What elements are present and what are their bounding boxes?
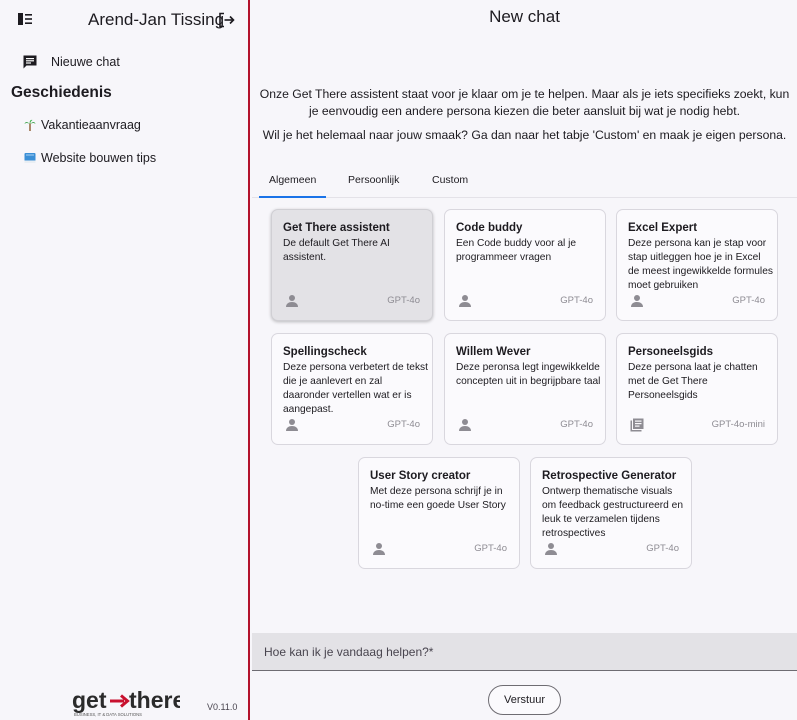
intro-text-custom: Wil je het helemaal naar jouw smaak? Ga … bbox=[262, 128, 787, 142]
persona-description: De default Get There AI assistent. bbox=[283, 238, 390, 263]
chat-input-bar bbox=[252, 633, 797, 671]
persona-description: Deze peronsa legt ingewikkelde concepten… bbox=[456, 362, 601, 387]
tab-algemeen[interactable]: Algemeen bbox=[258, 174, 327, 198]
person-icon bbox=[630, 294, 644, 308]
new-chat-label: Nieuwe chat bbox=[51, 55, 120, 69]
sidebar-header: Arend-Jan Tissing bbox=[0, 0, 248, 40]
persona-card-personeelsgids[interactable]: Personeelsgids Deze persona laat je chat… bbox=[616, 333, 778, 445]
persona-description: Een Code buddy voor al je programmeer vr… bbox=[456, 238, 577, 263]
main-panel: New chat Onze Get There assistent staat … bbox=[252, 0, 797, 720]
person-icon bbox=[544, 542, 558, 556]
palm-tree-icon bbox=[24, 119, 36, 131]
svg-text:there: there bbox=[129, 688, 180, 713]
page-title: New chat bbox=[489, 7, 560, 26]
persona-title: Willem Wever bbox=[456, 346, 531, 358]
persona-model: GPT-4o bbox=[474, 543, 507, 554]
person-icon bbox=[458, 418, 472, 432]
persona-title: Retrospective Generator bbox=[542, 470, 677, 482]
persona-description: Deze persona kan je stap voor stap uitle… bbox=[628, 238, 773, 291]
persona-model: GPT-4o bbox=[387, 295, 420, 306]
sidebar-toggle-icon[interactable] bbox=[18, 13, 32, 25]
persona-card-user-story-creator[interactable]: User Story creator Met deze persona schr… bbox=[358, 457, 520, 569]
history-item-label: Website bouwen tips bbox=[41, 151, 157, 165]
tab-persoonlijk[interactable]: Persoonlijk bbox=[348, 174, 399, 186]
history-item-label: Vakantieaanvraag bbox=[41, 118, 141, 132]
history-item-website-bouwen-tips[interactable]: Website bouwen tips bbox=[24, 149, 156, 167]
persona-card-excel-expert[interactable]: Excel Expert Deze persona kan je stap vo… bbox=[616, 209, 778, 321]
get-there-logo: get there BUSINESS, IT & DATA SOLUTIONS bbox=[72, 687, 185, 718]
svg-text:get: get bbox=[72, 688, 107, 713]
persona-card-get-there-assistent[interactable]: Get There assistent De default Get There… bbox=[271, 209, 433, 321]
persona-model: GPT-4o-mini bbox=[711, 419, 765, 430]
persona-card-willem-wever[interactable]: Willem Wever Deze peronsa legt ingewikke… bbox=[444, 333, 606, 445]
persona-card-code-buddy[interactable]: Code buddy Een Code buddy voor al je pro… bbox=[444, 209, 606, 321]
persona-description: Met deze persona schrijf je in no-time e… bbox=[370, 486, 506, 511]
chat-input[interactable] bbox=[252, 633, 797, 671]
send-button[interactable]: Verstuur bbox=[488, 685, 561, 715]
intro-text: Onze Get There assistent staat voor je k… bbox=[259, 87, 790, 118]
new-chat-button[interactable]: Nieuwe chat bbox=[22, 52, 120, 72]
chat-icon bbox=[22, 54, 38, 70]
persona-description: Ontwerp thematische visuals om feedback … bbox=[542, 486, 684, 539]
persona-model: GPT-4o bbox=[646, 543, 679, 554]
sidebar: Arend-Jan Tissing Nieuwe chat Geschieden… bbox=[0, 0, 250, 720]
book-icon bbox=[24, 152, 36, 164]
persona-title: Excel Expert bbox=[628, 222, 698, 234]
persona-model: GPT-4o bbox=[732, 295, 765, 306]
svg-text:BUSINESS, IT & DATA SOLUTIONS: BUSINESS, IT & DATA SOLUTIONS bbox=[74, 712, 142, 717]
persona-title: Spellingscheck bbox=[283, 346, 367, 358]
persona-description: Deze persona verbetert de tekst die je a… bbox=[283, 362, 428, 415]
persona-title: Code buddy bbox=[456, 222, 523, 234]
person-icon bbox=[458, 294, 472, 308]
history-title: Geschiedenis bbox=[11, 84, 112, 101]
persona-title: Personeelsgids bbox=[628, 346, 714, 358]
logout-icon[interactable] bbox=[217, 11, 235, 29]
tab-custom[interactable]: Custom bbox=[432, 174, 468, 186]
persona-title: Get There assistent bbox=[283, 222, 390, 234]
persona-tabs: Algemeen Persoonlijk Custom bbox=[252, 170, 797, 198]
library-icon bbox=[630, 418, 644, 432]
person-icon bbox=[285, 294, 299, 308]
person-icon bbox=[372, 542, 386, 556]
version-label: V0.11.0 bbox=[207, 702, 238, 712]
history-item-vakantieaanvraag[interactable]: Vakantieaanvraag bbox=[24, 116, 141, 134]
user-name: Arend-Jan Tissing bbox=[88, 10, 225, 29]
persona-title: User Story creator bbox=[370, 470, 471, 482]
persona-model: GPT-4o bbox=[560, 419, 593, 430]
persona-model: GPT-4o bbox=[560, 295, 593, 306]
persona-model: GPT-4o bbox=[387, 419, 420, 430]
persona-card-spellingscheck[interactable]: Spellingscheck Deze persona verbetert de… bbox=[271, 333, 433, 445]
person-icon bbox=[285, 418, 299, 432]
persona-description: Deze persona laat je chatten met de Get … bbox=[628, 362, 758, 401]
persona-card-retrospective-generator[interactable]: Retrospective Generator Ontwerp thematis… bbox=[530, 457, 692, 569]
